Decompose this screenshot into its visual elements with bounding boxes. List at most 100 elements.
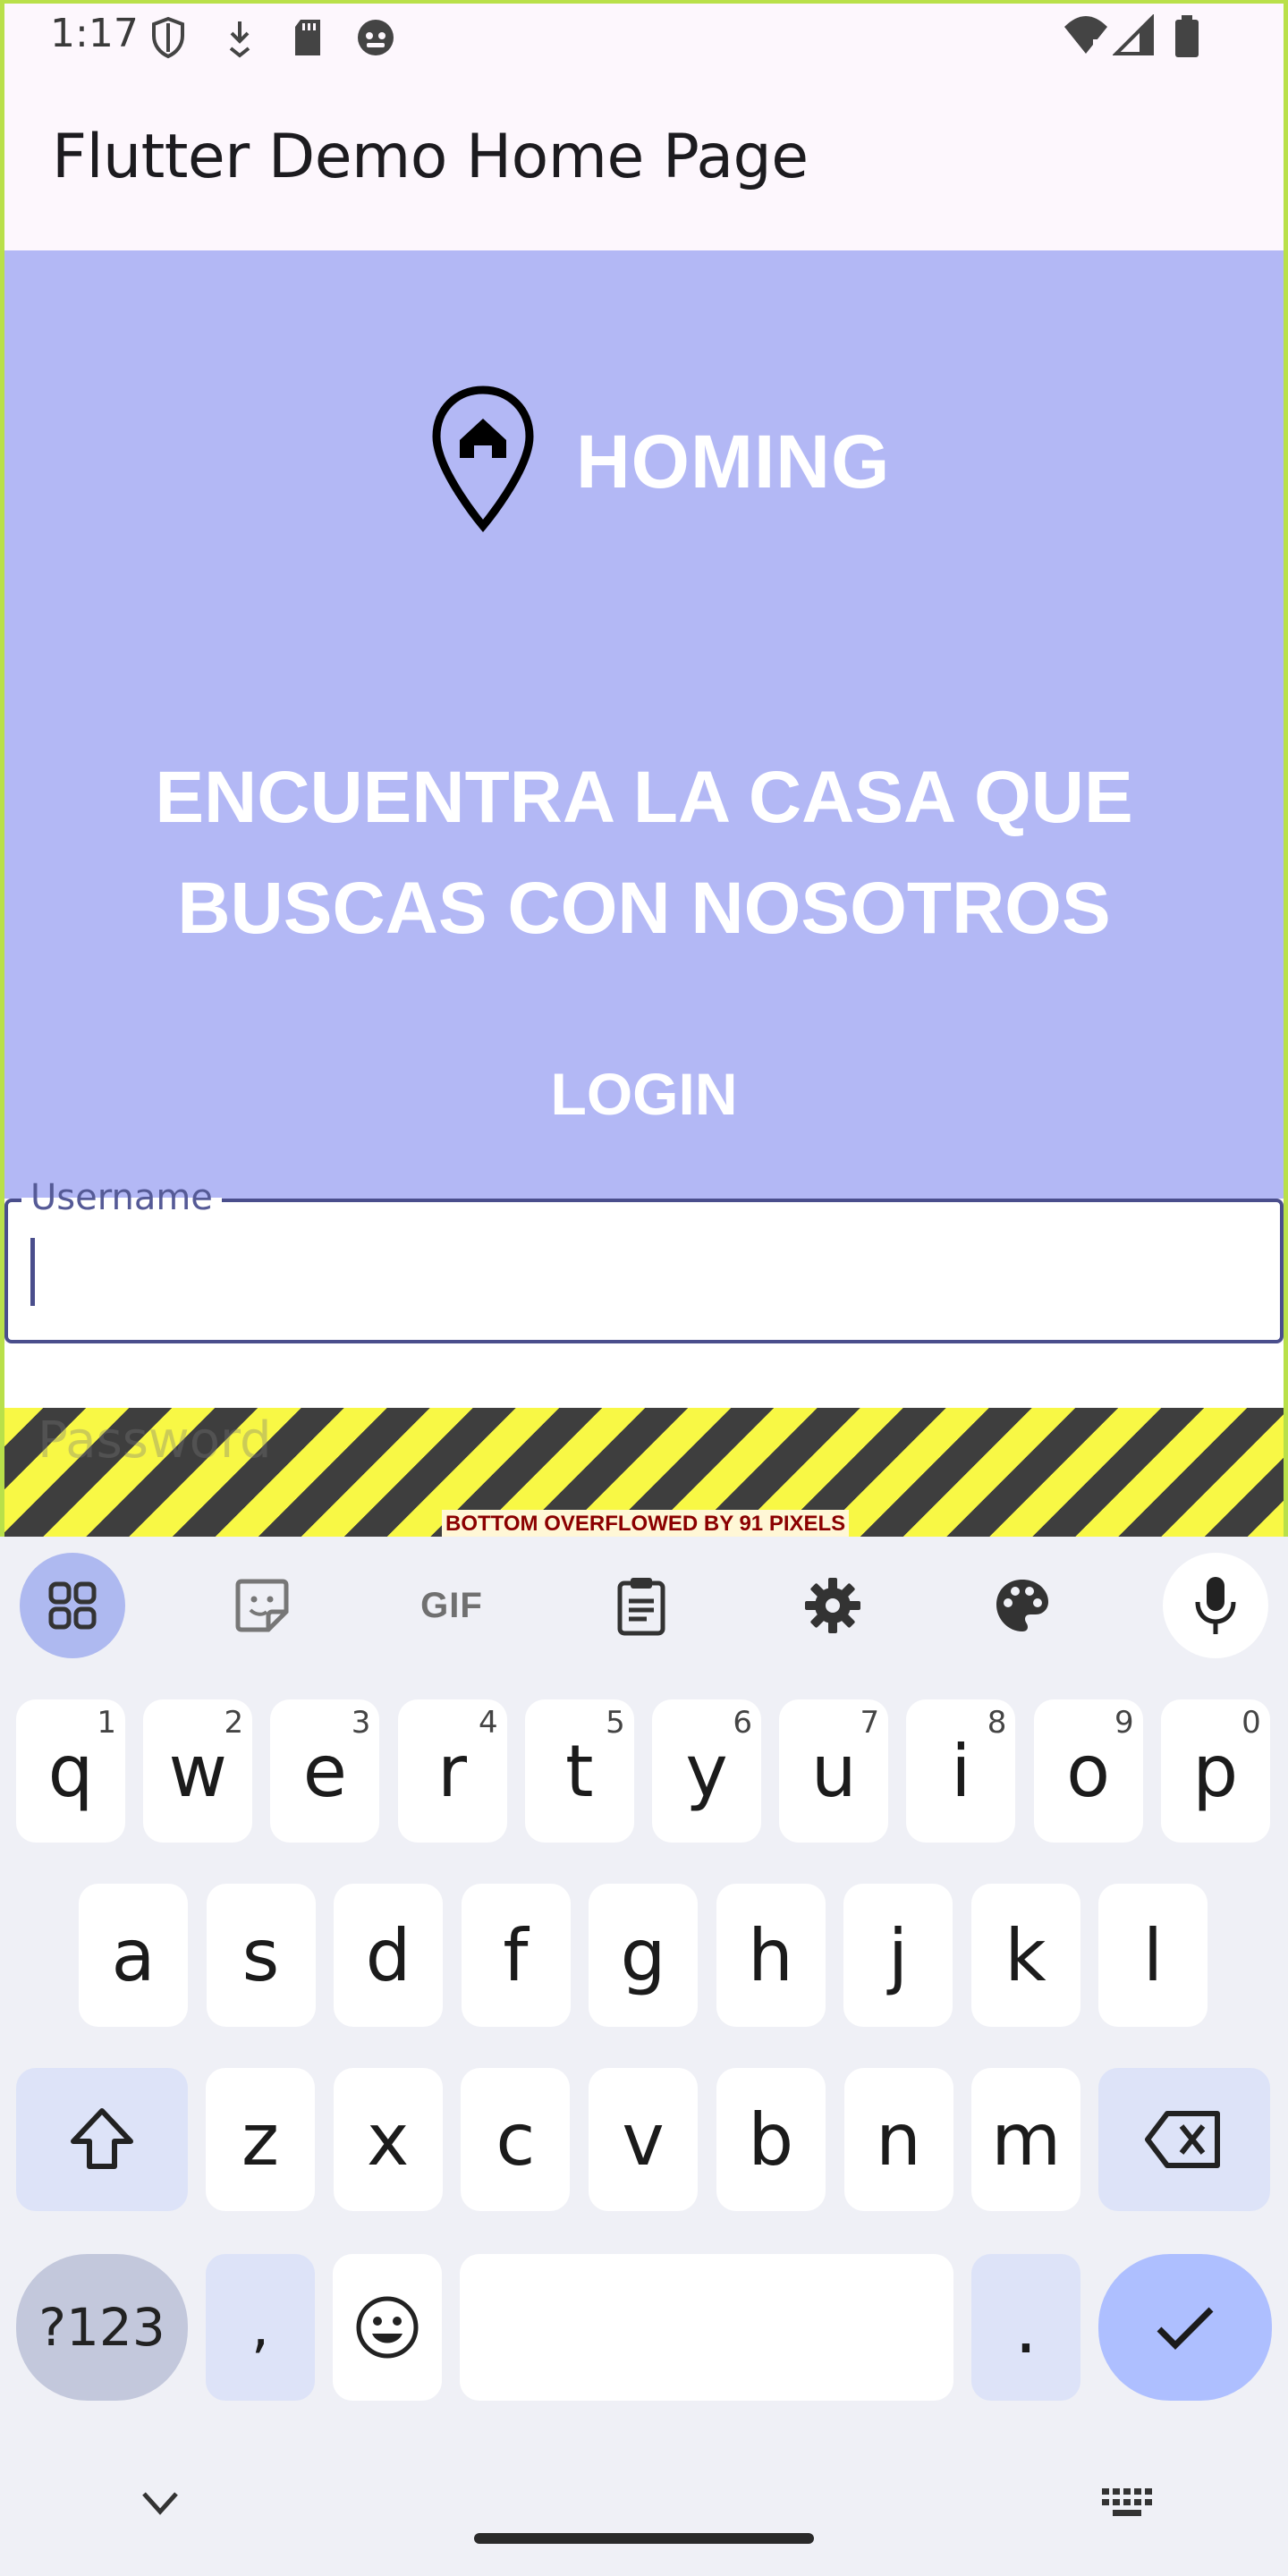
emoji-icon bbox=[356, 2296, 419, 2359]
key-j[interactable]: j bbox=[843, 1884, 953, 2027]
key-a[interactable]: a bbox=[79, 1884, 188, 2027]
home-location-pin-icon bbox=[432, 386, 534, 533]
key-hint: 7 bbox=[860, 1705, 880, 1741]
app-bar: Flutter Demo Home Page bbox=[0, 75, 1288, 250]
key-s[interactable]: s bbox=[206, 1884, 316, 2027]
status-time: 1:17 bbox=[50, 11, 139, 56]
key-d[interactable]: d bbox=[334, 1884, 443, 2027]
gif-button[interactable]: GIF bbox=[399, 1553, 504, 1658]
sticker-button[interactable] bbox=[209, 1553, 315, 1658]
period-key[interactable]: . bbox=[971, 2254, 1080, 2401]
download-icon bbox=[229, 21, 250, 58]
tagline: ENCUENTRA LA CASA QUE BUSCAS CON NOSOTRO… bbox=[0, 742, 1288, 964]
shift-key[interactable] bbox=[16, 2068, 188, 2211]
palette-icon bbox=[996, 1580, 1048, 1631]
tagline-line-2: BUSCAS CON NOSOTROS bbox=[177, 868, 1111, 949]
key-l[interactable]: l bbox=[1098, 1884, 1208, 2027]
chevron-down-icon[interactable] bbox=[139, 2487, 182, 2519]
key-e[interactable]: e3 bbox=[270, 1699, 380, 1843]
space-bar[interactable] bbox=[460, 2254, 953, 2401]
key-i[interactable]: i8 bbox=[906, 1699, 1016, 1843]
clipboard-icon bbox=[617, 1578, 665, 1636]
key-label: p bbox=[1192, 1729, 1239, 1813]
key-b[interactable]: b bbox=[716, 2068, 826, 2211]
symbols-key[interactable]: ?123 bbox=[16, 2254, 188, 2401]
key-hint: 0 bbox=[1241, 1705, 1261, 1741]
overflow-indicator: Password BOTTOM OVERFLOWED BY 91 PIXELS bbox=[0, 1408, 1288, 1537]
hero-banner: HOMING ENCUENTRA LA CASA QUE BUSCAS CON … bbox=[0, 250, 1288, 1199]
keyboard-toolbar: GIF bbox=[0, 1537, 1288, 1671]
key-r[interactable]: r4 bbox=[397, 1699, 507, 1843]
tagline-line-1: ENCUENTRA LA CASA QUE bbox=[155, 757, 1133, 838]
backspace-key[interactable] bbox=[1098, 2068, 1270, 2211]
key-g[interactable]: g bbox=[589, 1884, 698, 2027]
key-p[interactable]: p0 bbox=[1160, 1699, 1270, 1843]
android-debug-icon bbox=[358, 20, 394, 55]
key-v[interactable]: v bbox=[589, 2068, 699, 2211]
key-label: w bbox=[168, 1729, 227, 1813]
soft-keyboard: GIF ?123 , . q 1 w 2 e 3 r 4 t 5 y 6 u 7… bbox=[0, 1537, 1288, 2576]
theme-button[interactable] bbox=[970, 1553, 1075, 1658]
username-input[interactable] bbox=[4, 1199, 1284, 1343]
microphone-icon bbox=[1195, 1577, 1236, 1634]
gear-icon bbox=[805, 1578, 860, 1633]
key-y[interactable]: y6 bbox=[652, 1699, 761, 1843]
key-label: r bbox=[437, 1729, 468, 1813]
home-gesture-bar[interactable] bbox=[474, 2533, 814, 2544]
cellular-signal-icon bbox=[1113, 14, 1154, 55]
key-hint: 8 bbox=[987, 1705, 1007, 1741]
key-label: i bbox=[951, 1729, 971, 1813]
key-k[interactable]: k bbox=[970, 1884, 1080, 2027]
checkmark-icon bbox=[1157, 2307, 1214, 2350]
key-hint: 6 bbox=[733, 1705, 752, 1741]
key-label: u bbox=[810, 1729, 857, 1813]
key-hint: 1 bbox=[97, 1705, 116, 1741]
key-h[interactable]: h bbox=[716, 1884, 826, 2027]
wifi-icon bbox=[1064, 16, 1107, 54]
emoji-key[interactable] bbox=[333, 2254, 442, 2401]
shift-arrow-icon bbox=[71, 2108, 133, 2169]
key-o[interactable]: o9 bbox=[1033, 1699, 1143, 1843]
key-q[interactable]: q1 bbox=[16, 1699, 125, 1843]
key-label: e bbox=[302, 1729, 347, 1813]
key-x[interactable]: x bbox=[333, 2068, 443, 2211]
key-z[interactable]: z bbox=[206, 2068, 315, 2211]
username-label: Username bbox=[21, 1177, 222, 1218]
keyboard-switch-icon[interactable] bbox=[1100, 2487, 1157, 2526]
brand-name: HOMING bbox=[576, 419, 891, 504]
comma-key[interactable]: , bbox=[206, 2254, 315, 2401]
key-f[interactable]: f bbox=[461, 1884, 571, 2027]
key-label: t bbox=[565, 1729, 594, 1813]
key-hint: 3 bbox=[351, 1705, 371, 1741]
key-u[interactable]: u7 bbox=[779, 1699, 889, 1843]
key-n[interactable]: n bbox=[843, 2068, 953, 2211]
sticker-icon bbox=[235, 1579, 289, 1632]
battery-icon bbox=[1175, 15, 1199, 57]
key-label: o bbox=[1066, 1729, 1111, 1813]
apps-grid-icon bbox=[48, 1581, 97, 1630]
key-label: q bbox=[47, 1729, 94, 1813]
key-w[interactable]: w2 bbox=[143, 1699, 253, 1843]
shield-icon bbox=[152, 16, 184, 59]
clipboard-button[interactable] bbox=[589, 1553, 694, 1658]
settings-button[interactable] bbox=[780, 1553, 886, 1658]
key-m[interactable]: m bbox=[971, 2068, 1081, 2211]
key-hint: 5 bbox=[606, 1705, 625, 1741]
overflow-warning-text: BOTTOM OVERFLOWED BY 91 PIXELS bbox=[442, 1510, 850, 1537]
backspace-icon bbox=[1145, 2111, 1220, 2168]
voice-input-button[interactable] bbox=[1163, 1553, 1268, 1658]
app-bar-title: Flutter Demo Home Page bbox=[52, 122, 809, 192]
status-bar: 1:17 bbox=[0, 0, 1288, 75]
key-c[interactable]: c bbox=[461, 2068, 571, 2211]
form-spacer bbox=[0, 1343, 1288, 1408]
password-input[interactable]: Password bbox=[38, 1411, 272, 1470]
key-hint: 9 bbox=[1114, 1705, 1134, 1741]
apps-grid-button[interactable] bbox=[20, 1553, 125, 1658]
gif-label: GIF bbox=[420, 1585, 483, 1625]
sd-card-icon bbox=[295, 20, 320, 55]
key-t[interactable]: t5 bbox=[524, 1699, 634, 1843]
key-hint: 2 bbox=[224, 1705, 244, 1741]
login-heading: LOGIN bbox=[550, 1061, 738, 1127]
enter-key[interactable] bbox=[1098, 2254, 1272, 2401]
key-label: y bbox=[685, 1729, 728, 1813]
